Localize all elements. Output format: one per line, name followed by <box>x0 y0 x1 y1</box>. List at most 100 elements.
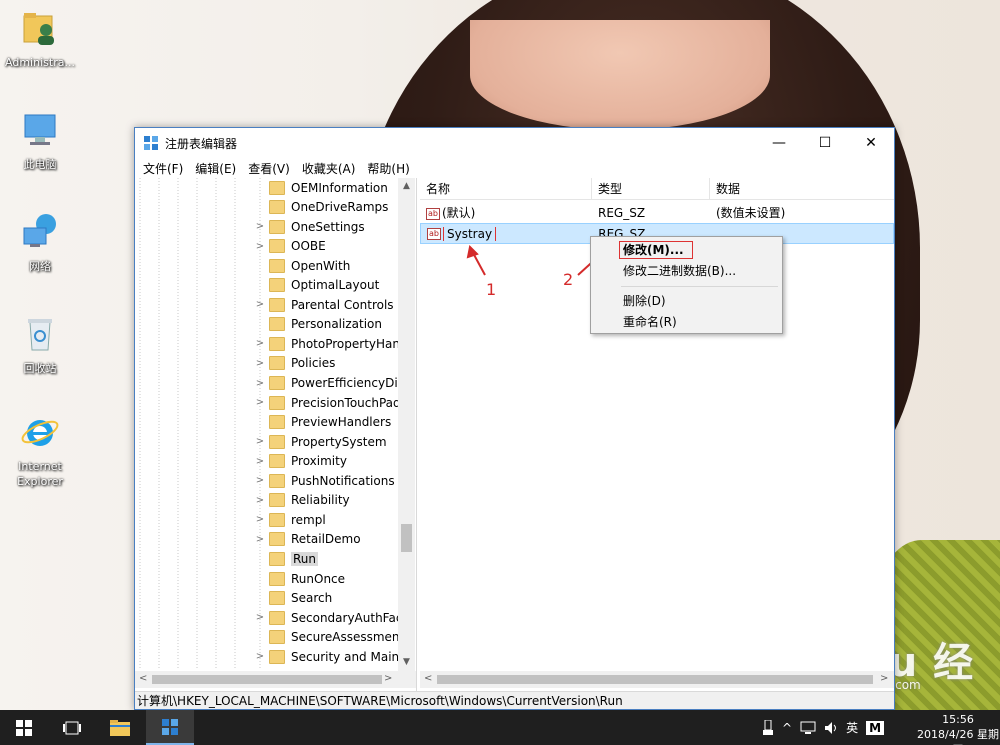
value-row-default[interactable]: ab (默认) REG_SZ (数值未设置) <box>420 202 894 223</box>
expand-chevron-icon[interactable]: > <box>253 456 267 467</box>
desktop-icon-recycle-bin[interactable]: 回收站 <box>0 314 80 376</box>
menu-view[interactable]: 查看(V) <box>242 160 296 177</box>
tree-item[interactable]: > Security and Mainte <box>253 647 411 666</box>
expand-chevron-icon[interactable]: > <box>253 436 267 447</box>
tree-item[interactable]: > Reliability <box>253 491 350 510</box>
scroll-up-arrow-icon[interactable]: ▲ <box>398 178 415 195</box>
scroll-thumb[interactable] <box>437 675 873 684</box>
menu-item-rename[interactable]: 重命名(R) <box>593 312 780 333</box>
ime-language-indicator[interactable]: 英 <box>846 719 858 736</box>
volume-icon[interactable] <box>824 721 838 735</box>
tree-item-label: PhotoPropertyHanc <box>291 336 407 351</box>
expand-chevron-icon[interactable]: > <box>253 534 267 545</box>
tree-item[interactable]: > OneSettings <box>253 217 365 236</box>
usb-device-icon[interactable] <box>762 719 774 736</box>
tree-horizontal-scrollbar[interactable]: < > <box>135 671 416 688</box>
values-horizontal-scrollbar[interactable]: < > <box>420 671 894 688</box>
scroll-right-arrow-icon[interactable]: > <box>880 673 888 684</box>
expand-chevron-icon[interactable]: > <box>253 358 267 369</box>
tree-item[interactable]: Personalization <box>253 315 382 334</box>
column-header-name[interactable]: 名称 <box>420 177 592 200</box>
expand-chevron-icon[interactable]: > <box>253 221 267 232</box>
key-tree-pane[interactable]: OEMInformation OneDriveRamps > OneSettings >… <box>135 178 417 691</box>
notification-chevron-icon[interactable]: ^ <box>782 721 792 735</box>
expand-chevron-icon[interactable]: > <box>253 378 267 389</box>
tree-item[interactable]: Run <box>253 549 319 568</box>
tree-item[interactable]: > Proximity <box>253 452 347 471</box>
tree-item[interactable]: > OOBE <box>253 237 326 256</box>
column-header-type[interactable]: 类型 <box>592 177 710 200</box>
menu-separator <box>621 286 778 287</box>
menu-item-delete[interactable]: 删除(D) <box>593 291 780 312</box>
tree-item-label: OneSettings <box>291 219 365 234</box>
expand-chevron-icon[interactable]: > <box>253 338 267 349</box>
tree-item[interactable]: > PropertySystem <box>253 432 387 451</box>
tree-item[interactable]: OpenWith <box>253 256 350 275</box>
maximize-button[interactable]: ☐ <box>802 128 848 158</box>
windows-logo-icon <box>16 719 32 736</box>
minimize-button[interactable]: — <box>756 128 802 158</box>
folder-icon <box>110 719 130 736</box>
start-button[interactable] <box>0 710 48 745</box>
expand-chevron-icon[interactable]: > <box>253 612 267 623</box>
internet-explorer-icon <box>21 420 59 446</box>
folder-icon <box>269 630 285 645</box>
folder-icon <box>269 258 285 273</box>
expand-chevron-icon[interactable]: > <box>253 241 267 252</box>
tree-item[interactable]: > PowerEfficiencyDiag <box>253 374 413 393</box>
taskbar-clock[interactable]: 15:56 2018/4/26 星期四 <box>916 712 1000 745</box>
taskbar: ^ 英 M 15:56 2018/4/26 星期四 <box>0 710 1000 745</box>
tree-item[interactable]: > PushNotifications <box>253 471 395 490</box>
folder-icon <box>269 571 285 586</box>
tree-item[interactable]: > rempl <box>253 510 326 529</box>
tree-item[interactable]: OneDriveRamps <box>253 198 388 217</box>
menu-help[interactable]: 帮助(H) <box>361 160 415 177</box>
tree-item[interactable]: PreviewHandlers <box>253 413 391 432</box>
expand-chevron-icon[interactable]: > <box>253 495 267 506</box>
tree-vertical-scrollbar[interactable]: ▲ ▼ <box>398 178 415 671</box>
tree-item[interactable]: > RetailDemo <box>253 530 361 549</box>
tree-item[interactable]: > PhotoPropertyHanc <box>253 334 407 353</box>
expand-chevron-icon[interactable]: > <box>253 514 267 525</box>
expand-chevron-icon[interactable]: > <box>253 651 267 662</box>
desktop-icon-this-pc[interactable]: 此电脑 <box>0 110 80 172</box>
ime-mode-indicator[interactable]: M <box>866 720 885 735</box>
close-button[interactable]: ✕ <box>848 128 894 158</box>
folder-icon <box>269 297 285 312</box>
tree-item[interactable]: Search <box>253 589 332 608</box>
menu-edit[interactable]: 编辑(E) <box>189 160 242 177</box>
tree-item[interactable]: > Policies <box>253 354 335 373</box>
scroll-thumb[interactable] <box>401 524 412 552</box>
title-bar[interactable]: 注册表编辑器 — ☐ ✕ <box>135 128 894 158</box>
desktop-icon-network[interactable]: 网络 <box>0 212 80 274</box>
expand-chevron-icon[interactable]: > <box>253 299 267 310</box>
menu-item-modify-binary[interactable]: 修改二进制数据(B)... <box>593 261 780 282</box>
tree-item[interactable]: OptimalLayout <box>253 276 379 295</box>
tree-item[interactable]: > Parental Controls <box>253 295 394 314</box>
tree-item[interactable]: SecureAssessment <box>253 628 404 647</box>
task-view-button[interactable] <box>48 710 96 745</box>
desktop-icon-internet-explorer[interactable]: Internet Explorer <box>0 412 80 489</box>
expand-chevron-icon[interactable]: > <box>253 397 267 408</box>
scroll-thumb[interactable] <box>152 675 382 684</box>
registry-editor-window: 注册表编辑器 — ☐ ✕ 文件(F) 编辑(E) 查看(V) 收藏夹(A) 帮助… <box>134 127 895 710</box>
regedit-taskbar-button[interactable] <box>146 710 194 745</box>
menu-item-modify[interactable]: 修改(M)... <box>593 240 780 261</box>
scroll-down-arrow-icon[interactable]: ▼ <box>398 654 415 671</box>
menu-file[interactable]: 文件(F) <box>137 160 189 177</box>
column-header-data[interactable]: 数据 <box>710 178 894 200</box>
expand-chevron-icon[interactable]: > <box>253 475 267 486</box>
network-tray-icon[interactable] <box>800 721 816 735</box>
tree-item[interactable]: > SecondaryAuthFact <box>253 608 407 627</box>
scroll-left-arrow-icon[interactable]: < <box>424 673 432 684</box>
desktop-icon-administrator[interactable]: Administra... <box>0 8 80 70</box>
folder-icon <box>269 454 285 469</box>
menu-favorites[interactable]: 收藏夹(A) <box>296 160 362 177</box>
file-explorer-button[interactable] <box>96 710 144 745</box>
tree-item[interactable]: > PrecisionTouchPad <box>253 393 401 412</box>
user-folder-icon <box>23 13 54 45</box>
scroll-left-arrow-icon[interactable]: < <box>139 673 147 684</box>
scroll-right-arrow-icon[interactable]: > <box>384 673 392 684</box>
tree-item[interactable]: RunOnce <box>253 569 345 588</box>
tree-item[interactable]: OEMInformation <box>253 178 388 197</box>
